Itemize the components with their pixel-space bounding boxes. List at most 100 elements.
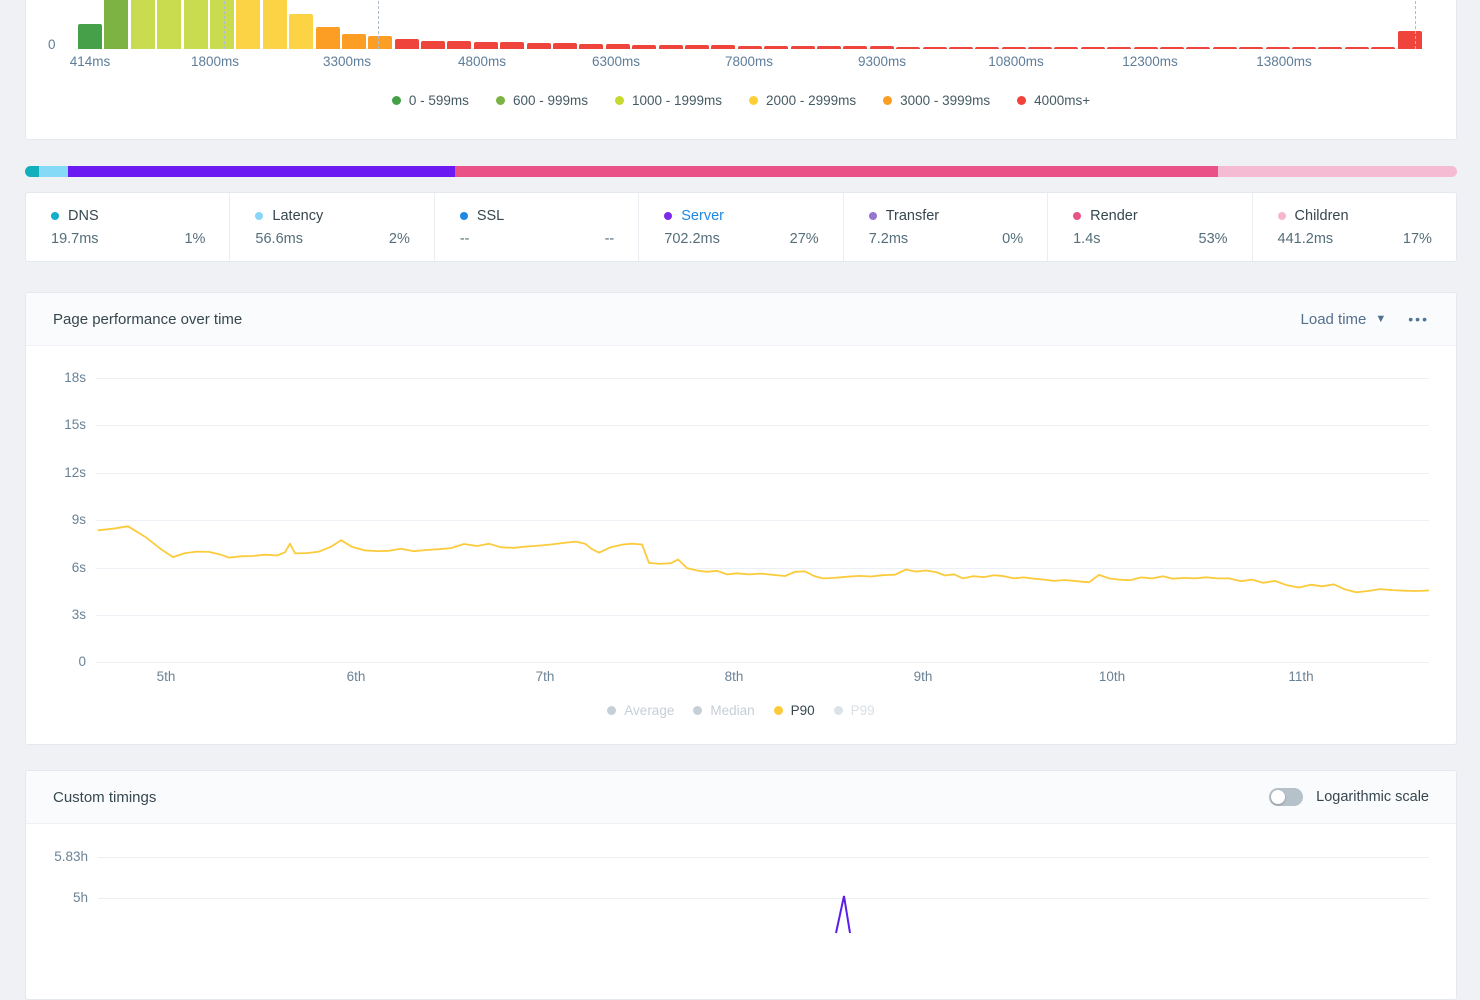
histogram-bar[interactable] [711, 45, 736, 49]
histogram-bar[interactable] [1080, 47, 1105, 49]
histogram-bars [78, 0, 1424, 49]
metric-values: 7.2ms 0% [869, 231, 1023, 247]
timing-segment-latency[interactable] [39, 166, 68, 177]
timing-segment-server[interactable] [67, 166, 455, 177]
histogram-bar[interactable] [262, 0, 287, 49]
histogram-bar[interactable] [579, 44, 604, 49]
metric-card-ssl[interactable]: SSL -- -- [435, 193, 640, 261]
perf-x-tick: 9th [913, 669, 933, 684]
metric-values: 441.2ms 17% [1278, 231, 1432, 247]
histogram-legend: 0 - 599ms 600 - 999ms 1000 - 1999ms 2000 - … [26, 93, 1456, 108]
histogram-bar[interactable] [236, 0, 261, 49]
histogram-bar[interactable] [948, 47, 973, 49]
histogram-bar[interactable] [315, 27, 340, 49]
histogram-bar[interactable] [1371, 47, 1396, 49]
histogram-bar[interactable] [1318, 47, 1343, 49]
histogram-legend-label: 2000 - 2999ms [766, 93, 857, 108]
histogram-bar[interactable] [790, 46, 815, 49]
performance-legend-item[interactable]: P99 [833, 703, 875, 718]
histogram-legend-dot-icon [614, 96, 624, 105]
metric-percent: 17% [1402, 231, 1432, 247]
metric-dot-icon [459, 212, 468, 220]
histogram-x-tick: 6300ms [591, 54, 641, 69]
histogram-bar[interactable] [1160, 47, 1185, 49]
more-menu-icon[interactable]: ••• [1408, 311, 1429, 327]
histogram-legend-item[interactable]: 600 - 999ms [495, 93, 588, 108]
metric-dropdown[interactable]: Load time ▼ [1301, 311, 1387, 328]
histogram-bar[interactable] [526, 43, 551, 49]
histogram-legend-label: 600 - 999ms [512, 93, 588, 108]
histogram-bar[interactable] [1028, 47, 1053, 49]
histogram-bar[interactable] [605, 44, 630, 49]
histogram-bar[interactable] [183, 0, 208, 49]
histogram-bar[interactable] [104, 0, 129, 49]
histogram-bar[interactable] [764, 46, 789, 49]
metric-value: 7.2ms [868, 231, 909, 247]
timing-segment-dns[interactable] [25, 166, 40, 177]
histogram-bar[interactable] [289, 14, 314, 49]
performance-legend-item[interactable]: Average [607, 703, 674, 718]
histogram-bar[interactable] [896, 47, 921, 49]
histogram-bar[interactable] [1239, 47, 1264, 49]
histogram-bar[interactable] [737, 46, 762, 49]
histogram-bar[interactable] [843, 46, 868, 49]
logarithmic-scale-toggle[interactable] [1269, 788, 1304, 806]
histogram-x-tick: 9300ms [857, 54, 907, 69]
histogram-bar[interactable] [684, 45, 709, 49]
histogram-legend-item[interactable]: 3000 - 3999ms [883, 93, 990, 108]
histogram-legend-item[interactable]: 4000ms+ [1017, 93, 1090, 108]
histogram-bar[interactable] [341, 34, 366, 49]
metric-percent: 53% [1198, 231, 1228, 247]
metric-card-transfer[interactable]: Transfer 7.2ms 0% [844, 193, 1049, 261]
histogram-bar[interactable] [1291, 47, 1316, 49]
histogram-bar[interactable] [1107, 47, 1132, 49]
perf-x-tick: 6th [346, 669, 366, 684]
histogram-bar[interactable] [130, 0, 155, 49]
metric-value: 19.7ms [51, 231, 99, 247]
histogram-bar[interactable] [1054, 47, 1079, 49]
timing-segment-render[interactable] [454, 166, 1218, 177]
histogram-bar[interactable] [447, 41, 472, 49]
histogram-bar[interactable] [1344, 47, 1369, 49]
histogram-bar[interactable] [78, 24, 102, 49]
histogram-legend-dot-icon [495, 96, 505, 105]
histogram-legend-item[interactable]: 2000 - 2999ms [749, 93, 856, 108]
histogram-bar[interactable] [473, 42, 498, 49]
metric-card-dns[interactable]: DNS 19.7ms 1% [26, 193, 231, 261]
histogram-bar[interactable] [658, 45, 683, 49]
histogram-x-tick: 7800ms [724, 54, 774, 69]
performance-legend-item[interactable]: Median [693, 703, 755, 718]
metric-name: DNS [68, 208, 99, 224]
histogram-bar[interactable] [500, 42, 525, 49]
timing-segment-children[interactable] [1217, 166, 1457, 177]
histogram-bar[interactable] [1001, 47, 1026, 49]
performance-legend-label: P99 [850, 703, 875, 718]
histogram-bar[interactable] [553, 43, 578, 49]
histogram-legend-item[interactable]: 0 - 599ms [391, 93, 469, 108]
histogram-bar[interactable] [1186, 47, 1211, 49]
performance-legend-item[interactable]: P90 [773, 703, 815, 718]
histogram-bar[interactable] [1212, 47, 1237, 49]
histogram-legend-item[interactable]: 1000 - 1999ms [614, 93, 722, 108]
histogram-bar[interactable] [157, 0, 182, 49]
metric-card-latency[interactable]: Latency 56.6ms 2% [230, 193, 435, 261]
histogram-bar[interactable] [209, 0, 234, 49]
metric-card-render[interactable]: Render 1.4s 53% [1048, 193, 1253, 261]
histogram-bar[interactable] [1397, 31, 1422, 49]
histogram-bar[interactable] [1133, 47, 1158, 49]
histogram-bar[interactable] [368, 36, 393, 49]
histogram-bar[interactable] [869, 46, 894, 49]
histogram-bar[interactable] [922, 47, 947, 49]
custom-timing-spike-line [835, 895, 851, 934]
timing-metrics-row: DNS 19.7ms 1% Latency 56.6ms 2% SSL -- -- Server 7… [25, 192, 1457, 262]
histogram-bar[interactable] [394, 39, 419, 49]
metric-values: 19.7ms 1% [51, 231, 205, 247]
histogram-bar[interactable] [1265, 47, 1290, 49]
histogram-bar[interactable] [816, 46, 841, 49]
histogram-x-tick: 1800ms [190, 54, 240, 69]
metric-card-children[interactable]: Children 441.2ms 17% [1253, 193, 1456, 261]
histogram-bar[interactable] [421, 41, 446, 49]
metric-card-server[interactable]: Server 702.2ms 27% [639, 193, 844, 261]
histogram-bar[interactable] [975, 47, 1000, 49]
histogram-bar[interactable] [632, 45, 657, 49]
